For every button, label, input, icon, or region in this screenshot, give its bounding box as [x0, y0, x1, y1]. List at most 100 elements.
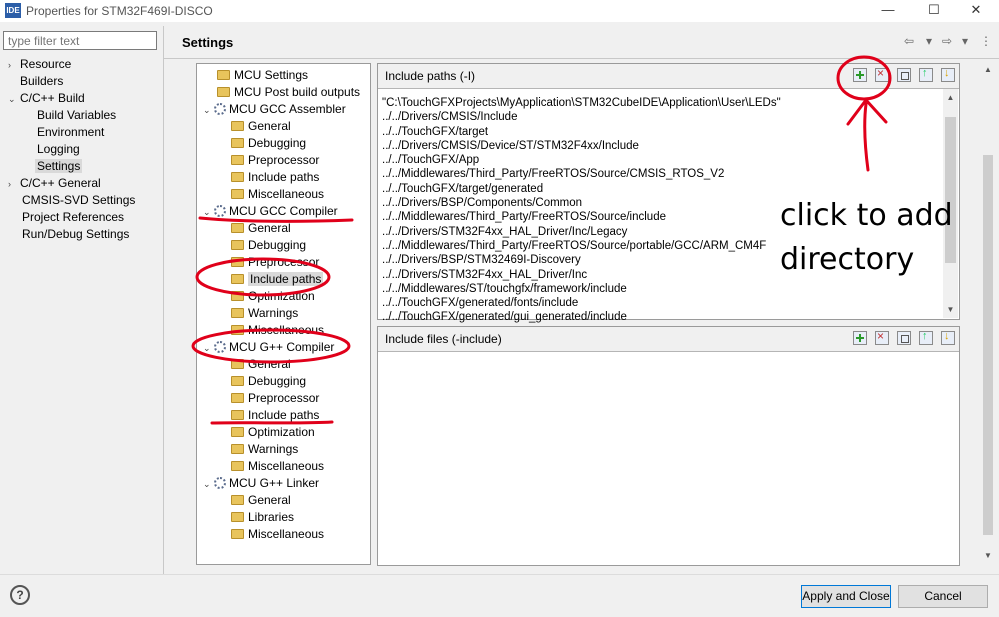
sidebar-item-cpp-build[interactable]: ⌄ C/C++ Build: [8, 90, 85, 106]
move-down-icon[interactable]: [941, 330, 955, 345]
folder-icon: [217, 70, 230, 80]
folder-icon: [231, 410, 244, 420]
tree-item[interactable]: Debugging: [231, 373, 306, 390]
list-item[interactable]: ../../Drivers/CMSIS/Device/ST/STM32F4xx/…: [382, 139, 940, 153]
minimize-button[interactable]: —: [865, 0, 911, 22]
list-item[interactable]: ../../Middlewares/Third_Party/FreeRTOS/S…: [382, 167, 940, 181]
move-up-icon[interactable]: [919, 330, 933, 345]
add-icon[interactable]: [853, 68, 867, 82]
page-scrollbar[interactable]: ▲ ▼: [981, 63, 995, 565]
list-item[interactable]: ../../TouchGFX/generated/fonts/include: [382, 296, 940, 310]
tree-item[interactable]: Miscellaneous: [231, 458, 324, 475]
tree-item[interactable]: Include paths: [231, 407, 319, 424]
list-item[interactable]: "C:\TouchGFXProjects\MyApplication\STM32…: [382, 96, 940, 110]
chevron-down-icon[interactable]: ⌄: [203, 102, 214, 119]
apply-and-close-button[interactable]: Apply and Close: [801, 585, 891, 608]
tree-item-label: MCU GCC Compiler: [229, 204, 338, 218]
scroll-up-icon[interactable]: ▲: [983, 65, 993, 74]
list-item[interactable]: ../../Middlewares/ST/touchgfx/framework/…: [382, 282, 940, 296]
move-down-icon[interactable]: [941, 67, 955, 82]
chevron-down-icon[interactable]: ⌄: [203, 340, 214, 357]
sidebar-divider[interactable]: [163, 26, 164, 574]
scrollbar-thumb[interactable]: [983, 155, 993, 535]
tree-item-label: Preprocessor: [248, 391, 320, 405]
tree-item[interactable]: Miscellaneous: [231, 322, 324, 339]
scroll-down-icon[interactable]: ▼: [946, 305, 955, 314]
tree-item-label: Optimization: [248, 289, 315, 303]
header-divider: [164, 58, 999, 59]
tree-item[interactable]: ⌄ MCU GCC Compiler: [203, 203, 338, 220]
tree-item-label: Miscellaneous: [248, 527, 325, 541]
tree-item[interactable]: ⌄ MCU GCC Assembler: [203, 101, 346, 118]
list-item[interactable]: ../../TouchGFX/target: [382, 125, 940, 139]
tree-item[interactable]: Libraries: [231, 509, 294, 526]
tree-item[interactable]: Preprocessor: [231, 152, 319, 169]
tree-item[interactable]: MCU Post build outputs: [217, 84, 360, 101]
chevron-down-icon[interactable]: ▾: [962, 34, 968, 48]
scroll-up-icon[interactable]: ▲: [946, 93, 955, 102]
tree-item-label: Include paths: [248, 170, 320, 184]
tree-item-label: Preprocessor: [248, 255, 320, 269]
help-icon[interactable]: ?: [10, 585, 30, 605]
sidebar-item-run-debug[interactable]: Run/Debug Settings: [22, 226, 129, 242]
maximize-button[interactable]: ☐: [911, 0, 957, 22]
tree-item[interactable]: Debugging: [231, 237, 306, 254]
tree-item[interactable]: Preprocessor: [231, 254, 319, 271]
tree-item[interactable]: Include paths: [231, 271, 324, 288]
list-item[interactable]: ../../TouchGFX/App: [382, 153, 940, 167]
tree-item[interactable]: General: [231, 220, 291, 237]
tree-item-label: Libraries: [248, 510, 295, 524]
chevron-down-icon[interactable]: ⌄: [203, 204, 214, 221]
edit-icon[interactable]: [897, 331, 911, 345]
delete-icon[interactable]: [875, 66, 889, 82]
sidebar: › Resource Builders ⌄ C/C++ Build Build Va…: [0, 54, 164, 574]
sidebar-item-project-references[interactable]: Project References: [22, 209, 124, 225]
tree-item-label: MCU GCC Assembler: [229, 102, 346, 116]
tree-item[interactable]: Debugging: [231, 135, 306, 152]
sidebar-item-resource[interactable]: › Resource: [8, 56, 71, 72]
close-button[interactable]: ✕: [953, 0, 999, 22]
move-up-icon[interactable]: [919, 67, 933, 82]
scroll-down-icon[interactable]: ▼: [983, 551, 993, 560]
forward-icon[interactable]: ⇨: [942, 34, 952, 48]
tree-item[interactable]: ⌄ MCU G++ Compiler: [203, 339, 334, 356]
sidebar-item-cmsis-svd[interactable]: CMSIS-SVD Settings: [22, 192, 135, 208]
delete-icon[interactable]: [875, 329, 889, 345]
back-icon[interactable]: ⇦: [904, 34, 914, 48]
tree-item[interactable]: Preprocessor: [231, 390, 319, 407]
folder-icon: [231, 325, 244, 335]
sidebar-item-cpp-general[interactable]: › C/C++ General: [8, 175, 101, 191]
chevron-right-icon[interactable]: ›: [8, 57, 20, 73]
list-item[interactable]: ../../TouchGFX/generated/gui_generated/i…: [382, 310, 940, 324]
cancel-button[interactable]: Cancel: [898, 585, 988, 608]
list-item[interactable]: ../../Drivers/CMSIS/Include: [382, 110, 940, 124]
sidebar-item-build-variables[interactable]: Build Variables: [37, 107, 116, 123]
tree-item[interactable]: MCU Settings: [217, 67, 308, 84]
sidebar-item-logging[interactable]: Logging: [37, 141, 80, 157]
chevron-right-icon[interactable]: ›: [8, 176, 20, 192]
chevron-down-icon[interactable]: ⌄: [8, 91, 20, 107]
sidebar-item-settings[interactable]: Settings: [35, 158, 83, 174]
menu-icon[interactable]: ⋮: [980, 34, 992, 48]
tree-item[interactable]: Warnings: [231, 441, 298, 458]
tree-item[interactable]: General: [231, 492, 291, 509]
tree-item[interactable]: Optimization: [231, 288, 315, 305]
edit-icon[interactable]: [897, 68, 911, 82]
sidebar-item-builders[interactable]: Builders: [20, 73, 63, 89]
tree-item[interactable]: Include paths: [231, 169, 319, 186]
include-files-header: Include files (-include): [378, 327, 959, 352]
gear-icon: [214, 205, 226, 217]
tree-item[interactable]: Miscellaneous: [231, 186, 324, 203]
chevron-down-icon[interactable]: ▾: [926, 34, 932, 48]
tree-item[interactable]: Warnings: [231, 305, 298, 322]
filter-input[interactable]: [3, 31, 157, 50]
add-icon[interactable]: [853, 331, 867, 345]
chevron-down-icon[interactable]: ⌄: [203, 476, 214, 493]
tree-item[interactable]: Miscellaneous: [231, 526, 324, 543]
sidebar-item-environment[interactable]: Environment: [37, 124, 104, 140]
tree-item[interactable]: General: [231, 356, 291, 373]
tree-item[interactable]: General: [231, 118, 291, 135]
tree-item[interactable]: Optimization: [231, 424, 315, 441]
tree-item[interactable]: ⌄ MCU G++ Linker: [203, 475, 319, 492]
tree-item-label: MCU G++ Linker: [229, 476, 320, 490]
